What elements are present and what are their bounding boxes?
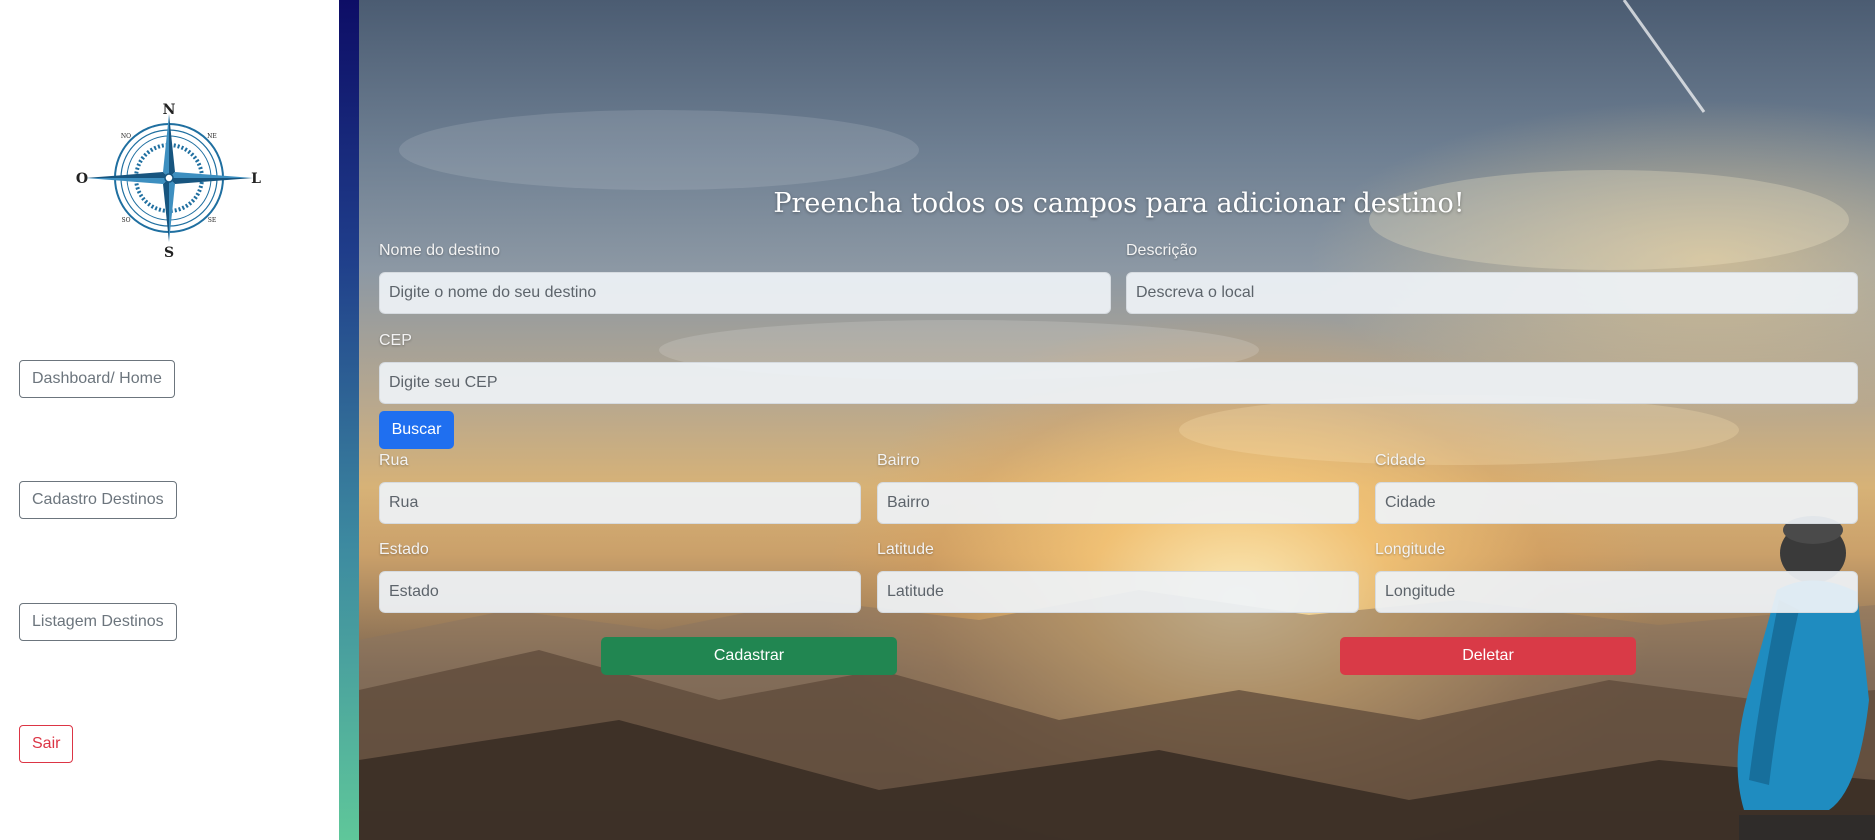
buscar-cep-button[interactable]: Buscar — [379, 411, 454, 449]
sidebar-divider-gradient — [339, 0, 359, 840]
main-content: Preencha todos os campos para adicionar … — [359, 0, 1875, 840]
compass-northwest: NO — [121, 133, 131, 140]
bairro-input[interactable] — [877, 482, 1359, 524]
compass-rose-icon: N S O L NE NO SE SO — [76, 102, 261, 261]
sidebar: N S O L NE NO SE SO Dashboard/ Home Cada… — [0, 0, 339, 840]
descricao-input[interactable] — [1126, 272, 1858, 314]
rua-input[interactable] — [379, 482, 861, 524]
cidade-input[interactable] — [1375, 482, 1858, 524]
compass-northeast: NE — [207, 133, 217, 140]
compass-east: L — [251, 171, 261, 187]
compass-west: O — [76, 171, 88, 187]
bairro-label: Bairro — [877, 452, 920, 469]
estado-input[interactable] — [379, 571, 861, 613]
latitude-label: Latitude — [877, 541, 934, 558]
rua-label: Rua — [379, 452, 409, 469]
sunset-background-image — [359, 0, 1875, 840]
latitude-input[interactable] — [877, 571, 1359, 613]
nome-destino-input[interactable] — [379, 272, 1111, 314]
nav-listagem-destinos-button[interactable]: Listagem Destinos — [19, 603, 177, 641]
nav-dashboard-button[interactable]: Dashboard/ Home — [19, 360, 175, 398]
longitude-label: Longitude — [1375, 541, 1446, 558]
compass-southeast: SE — [208, 217, 217, 224]
nav-cadastro-destinos-button[interactable]: Cadastro Destinos — [19, 481, 177, 519]
cidade-label: Cidade — [1375, 452, 1426, 469]
cadastrar-button[interactable]: Cadastrar — [601, 637, 897, 675]
form-title: Preencha todos os campos para adicionar … — [773, 188, 1465, 219]
longitude-input[interactable] — [1375, 571, 1858, 613]
nome-destino-label: Nome do destino — [379, 242, 500, 259]
compass-south: S — [164, 245, 174, 258]
cep-label: CEP — [379, 332, 412, 349]
deletar-button[interactable]: Deletar — [1340, 637, 1636, 675]
descricao-label: Descrição — [1126, 242, 1198, 259]
estado-label: Estado — [379, 541, 429, 558]
cep-input[interactable] — [379, 362, 1858, 404]
logout-button[interactable]: Sair — [19, 725, 74, 763]
compass-logo: N S O L NE NO SE SO — [74, 98, 264, 261]
compass-southwest: SO — [121, 217, 130, 224]
compass-north: N — [163, 102, 176, 118]
